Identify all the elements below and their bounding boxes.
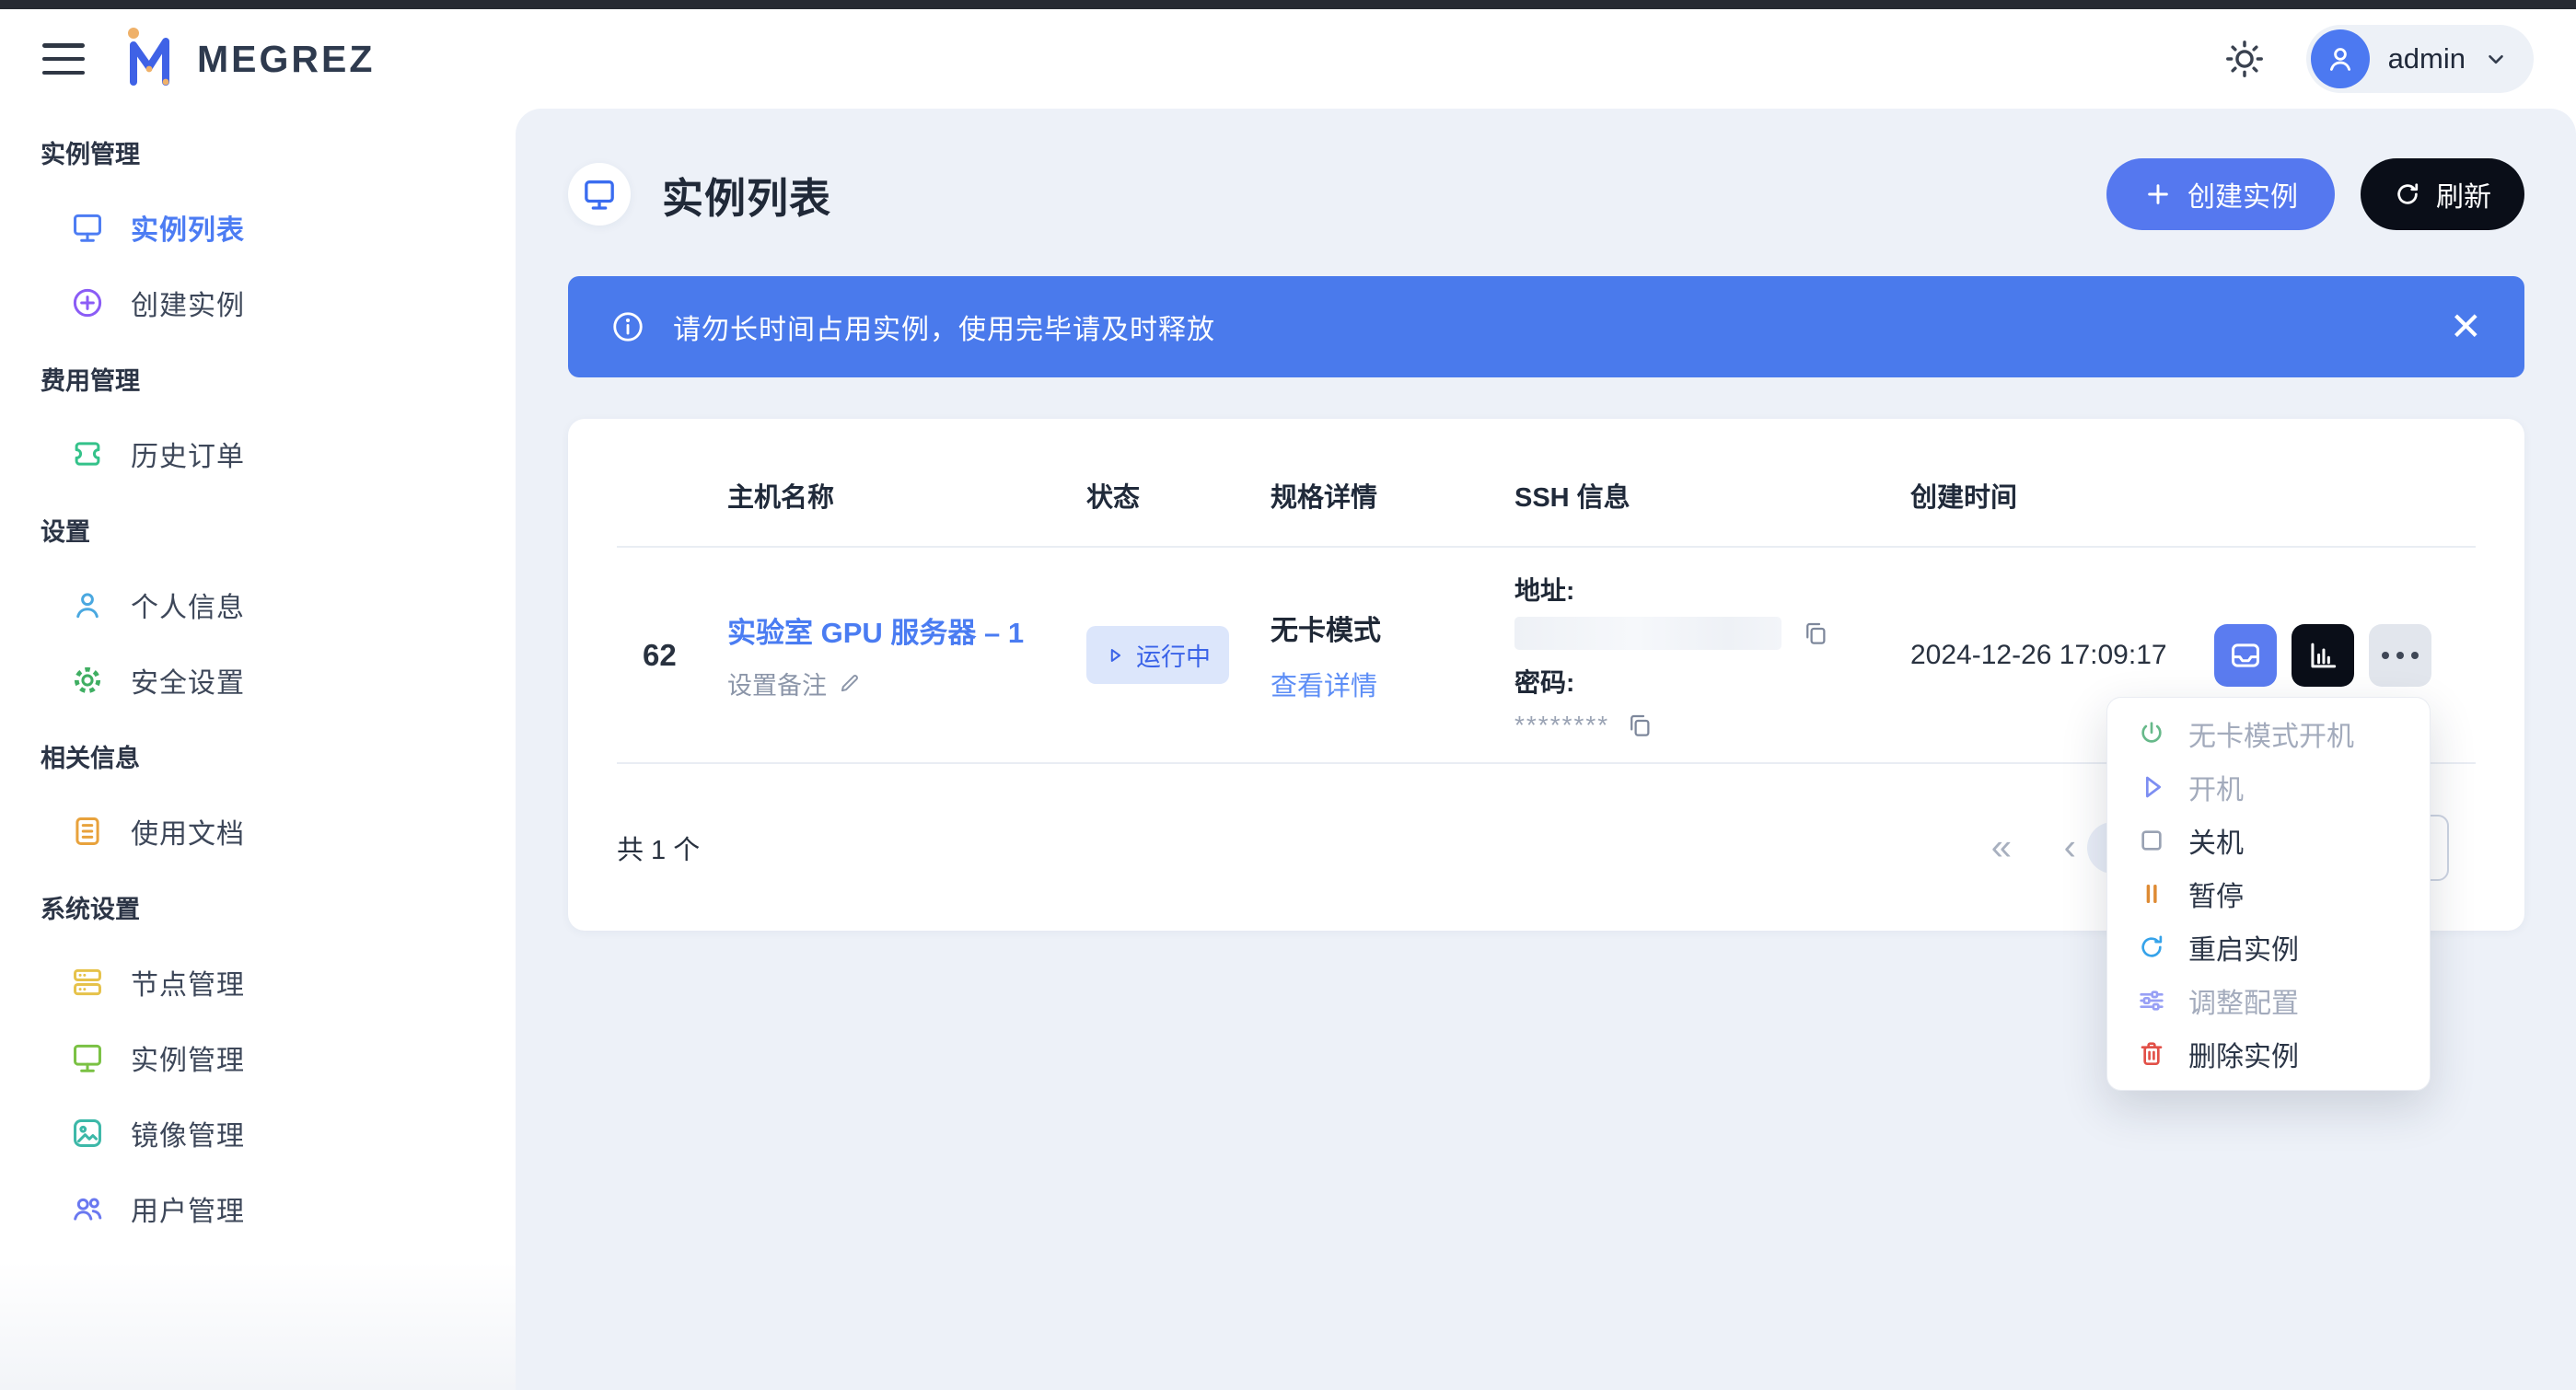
col-spec: 规格详情 (1271, 476, 1514, 515)
stop-square-icon (2137, 826, 2166, 855)
play-icon (2137, 772, 2166, 802)
ticket-icon (70, 436, 105, 471)
pencil-icon (838, 671, 862, 695)
sidebar-item-docs[interactable]: 使用文档 (0, 793, 516, 869)
metrics-chart-button[interactable] (2292, 624, 2354, 687)
restart-icon (2137, 932, 2166, 962)
sidebar-item-create-instance[interactable]: 创建实例 (0, 265, 516, 341)
set-remark-action[interactable]: 设置备注 (727, 666, 1086, 701)
page-title-badge (568, 163, 631, 226)
refresh-icon (2394, 180, 2421, 208)
status-cell: 运行中 (1086, 626, 1271, 684)
col-created: 创建时间 (1910, 476, 2214, 515)
user-icon (70, 587, 105, 622)
topbar: MEGREZ admin (0, 9, 2576, 109)
theme-toggle-sun-icon[interactable] (2223, 38, 2266, 80)
sidebar-item-security[interactable]: 安全设置 (0, 643, 516, 718)
plus-circle-icon (70, 285, 105, 320)
banner-text: 请勿长时间占用实例，使用完毕请及时释放 (673, 307, 1215, 347)
row-actions (2214, 624, 2476, 687)
page-header: 实例列表 创建实例 刷新 (568, 143, 2524, 246)
ssh-password-label: 密码: (1514, 663, 1910, 700)
table-header: 主机名称 状态 规格详情 SSH 信息 创建时间 (617, 419, 2476, 548)
sidebar-section-info: 相关信息 (0, 718, 516, 793)
ssh-address-redacted (1514, 617, 1781, 650)
megrez-m-icon (122, 27, 177, 91)
gear-icon (70, 663, 105, 698)
pagination-first-icon[interactable]: « (1991, 827, 2012, 868)
sidebar-item-node-mgmt[interactable]: 节点管理 (0, 944, 516, 1020)
hostname-link[interactable]: 实验室 GPU 服务器 – 1 (727, 609, 1086, 651)
menu-item-boot-no-gpu[interactable]: 无卡模式开机 (2107, 707, 2430, 760)
sidebar: 实例管理 实例列表 创建实例 费用管理 历史订单 设置 个人信息 (0, 109, 516, 1390)
row-actions-dropdown: 无卡模式开机 开机 关机 暂停 重启实例 调整配置 (2106, 697, 2431, 1091)
info-icon (610, 309, 645, 344)
created-at: 2024-12-26 17:09:17 (1910, 640, 2214, 671)
create-instance-button[interactable]: 创建实例 (2106, 158, 2335, 230)
brand-logo: MEGREZ (122, 27, 375, 91)
spec-cell: 无卡模式 查看详情 (1271, 608, 1514, 703)
menu-item-resize[interactable]: 调整配置 (2107, 974, 2430, 1027)
instance-id: 62 (617, 638, 727, 673)
hostname-cell: 实验室 GPU 服务器 – 1 设置备注 (727, 609, 1086, 701)
copy-password-icon[interactable] (1626, 712, 1654, 739)
plus-icon (2143, 180, 2173, 209)
sidebar-item-instance-mgmt[interactable]: 实例管理 (0, 1020, 516, 1095)
total-count: 共 1 个 (617, 828, 700, 867)
sidebar-item-profile[interactable]: 个人信息 (0, 567, 516, 643)
sliders-icon (2137, 986, 2166, 1015)
sidebar-item-image-mgmt[interactable]: 镜像管理 (0, 1095, 516, 1171)
status-badge: 运行中 (1086, 626, 1229, 684)
menu-item-restart[interactable]: 重启实例 (2107, 921, 2430, 974)
server-icon (70, 965, 105, 1000)
copy-address-icon[interactable] (1802, 620, 1829, 647)
sidebar-item-order-history[interactable]: 历史订单 (0, 416, 516, 492)
avatar (2311, 29, 2370, 88)
refresh-button[interactable]: 刷新 (2361, 158, 2524, 230)
page-title: 实例列表 (662, 165, 831, 225)
ellipsis-icon (2382, 652, 2419, 659)
pagination-prev-icon[interactable]: ‹ (2064, 827, 2076, 868)
menu-item-delete[interactable]: 删除实例 (2107, 1027, 2430, 1081)
ssh-address-label: 地址: (1514, 571, 1910, 608)
sidebar-section-system: 系统设置 (0, 869, 516, 944)
menu-item-pause[interactable]: 暂停 (2107, 867, 2430, 921)
menu-toggle-button[interactable] (42, 43, 85, 75)
col-hostname: 主机名称 (727, 476, 1086, 515)
banner-close-icon[interactable]: ✕ (2450, 307, 2482, 346)
menu-item-power-on[interactable]: 开机 (2107, 760, 2430, 814)
pause-icon (2137, 879, 2166, 909)
monitor-icon (70, 210, 105, 245)
trash-icon (2137, 1039, 2166, 1069)
sidebar-section-instance-mgmt: 实例管理 (0, 114, 516, 190)
users-icon (70, 1191, 105, 1226)
ssh-password-masked: ******** (1514, 711, 1609, 740)
document-icon (70, 814, 105, 849)
sidebar-item-user-mgmt[interactable]: 用户管理 (0, 1171, 516, 1246)
sidebar-item-instance-list[interactable]: 实例列表 (0, 190, 516, 265)
console-tray-button[interactable] (2214, 624, 2277, 687)
view-spec-link[interactable]: 查看详情 (1271, 665, 1514, 703)
ssh-cell: 地址: 密码: ******** (1514, 571, 1910, 740)
chevron-down-icon (2484, 47, 2508, 71)
image-icon (70, 1116, 105, 1151)
spec-mode-label: 无卡模式 (1271, 608, 1514, 648)
col-ssh: SSH 信息 (1514, 476, 1910, 515)
notice-banner: 请勿长时间占用实例，使用完毕请及时释放 ✕ (568, 276, 2524, 377)
more-actions-button[interactable] (2369, 624, 2431, 687)
monitor-icon (70, 1040, 105, 1075)
col-status: 状态 (1086, 476, 1271, 515)
sidebar-section-billing: 费用管理 (0, 341, 516, 416)
menu-item-shutdown[interactable]: 关机 (2107, 814, 2430, 867)
power-icon (2137, 719, 2166, 748)
screen: MEGREZ admin (0, 0, 2576, 1390)
brand-name: MEGREZ (197, 38, 375, 81)
window-top-strip (0, 0, 2576, 9)
user-menu[interactable]: admin (2306, 25, 2534, 93)
username-label: admin (2388, 42, 2466, 75)
sidebar-section-settings: 设置 (0, 492, 516, 567)
